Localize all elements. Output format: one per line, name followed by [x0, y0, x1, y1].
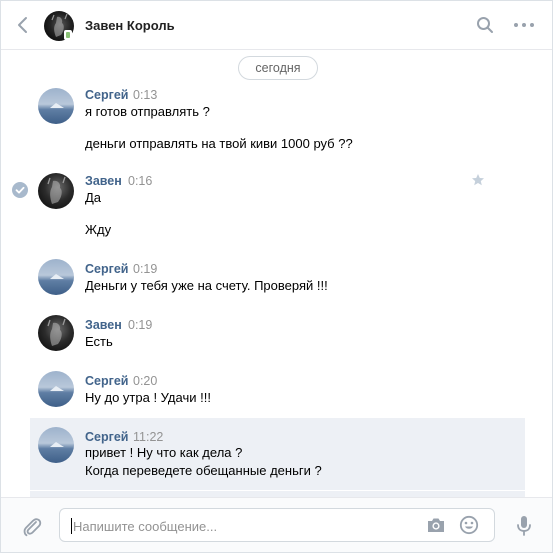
avatar[interactable] [38, 371, 74, 407]
contact-name[interactable]: Завен Король [85, 18, 175, 33]
message-text: привет ! Ну что как дела ? [85, 445, 243, 460]
avatar[interactable] [38, 315, 74, 351]
message-author[interactable]: Сергей [85, 430, 128, 444]
message-item[interactable]: Завен 0:19 Есть [1, 314, 552, 358]
avatar[interactable] [38, 259, 74, 295]
smile-icon[interactable] [459, 515, 479, 535]
message-composer [1, 497, 552, 552]
search-icon[interactable] [475, 15, 495, 35]
message-text: Когда переведете обещанные деньги ? [85, 463, 322, 478]
message-author[interactable]: Завен [85, 174, 122, 188]
message-text: деньги отправлять на твой киви 1000 руб … [85, 136, 353, 151]
online-indicator-icon [64, 30, 72, 40]
chat-window: Завен Король сегодня Сергей 0:13 я готов… [0, 0, 553, 553]
avatar[interactable] [38, 173, 74, 209]
message-text: я готов отправлять ? [85, 104, 210, 119]
camera-icon[interactable] [426, 516, 446, 534]
message-input[interactable] [71, 516, 415, 536]
message-item[interactable]: Сергей 0:19 Деньги у тебя уже на счету. … [1, 258, 552, 302]
message-text: Есть [85, 334, 113, 349]
more-options-icon[interactable] [512, 15, 536, 35]
chat-header: Завен Король [1, 1, 552, 50]
message-time[interactable]: 0:20 [133, 374, 157, 388]
message-input-box[interactable] [59, 508, 495, 542]
star-icon[interactable] [471, 173, 485, 187]
date-divider: сегодня [238, 56, 318, 80]
avatar[interactable] [38, 88, 74, 124]
back-icon[interactable] [13, 15, 33, 35]
message-time[interactable]: 0:13 [133, 88, 157, 102]
message-author[interactable]: Сергей [85, 88, 128, 102]
message-item[interactable]: Сергей 0:13 я готов отправлять ? деньги … [1, 85, 552, 163]
message-time[interactable]: 0:19 [128, 318, 152, 332]
message-text: Да [85, 190, 102, 205]
message-author[interactable]: Сергей [85, 374, 128, 388]
message-item[interactable]: Сергей 0:20 Ну до утра ! Удачи !!! [1, 370, 552, 414]
message-author[interactable]: Завен [85, 318, 122, 332]
message-text: Ну до утра ! Удачи !!! [85, 390, 211, 405]
message-item[interactable]: Завен 0:16 Да Жду [1, 171, 552, 249]
message-author[interactable]: Сергей [85, 262, 128, 276]
message-time[interactable]: 0:19 [133, 262, 157, 276]
avatar[interactable] [38, 427, 74, 463]
check-circle-icon [12, 182, 28, 198]
message-text: Жду [85, 222, 112, 237]
message-time[interactable]: 0:16 [128, 174, 152, 188]
message-item-unread[interactable]: Сергей 11:22 привет ! Ну что как дела ? … [30, 418, 525, 490]
paperclip-icon[interactable] [21, 516, 43, 538]
message-time[interactable]: 11:22 [133, 430, 163, 444]
message-text: Деньги у тебя уже на счету. Проверяй !!! [85, 278, 328, 293]
microphone-icon[interactable] [515, 515, 533, 537]
